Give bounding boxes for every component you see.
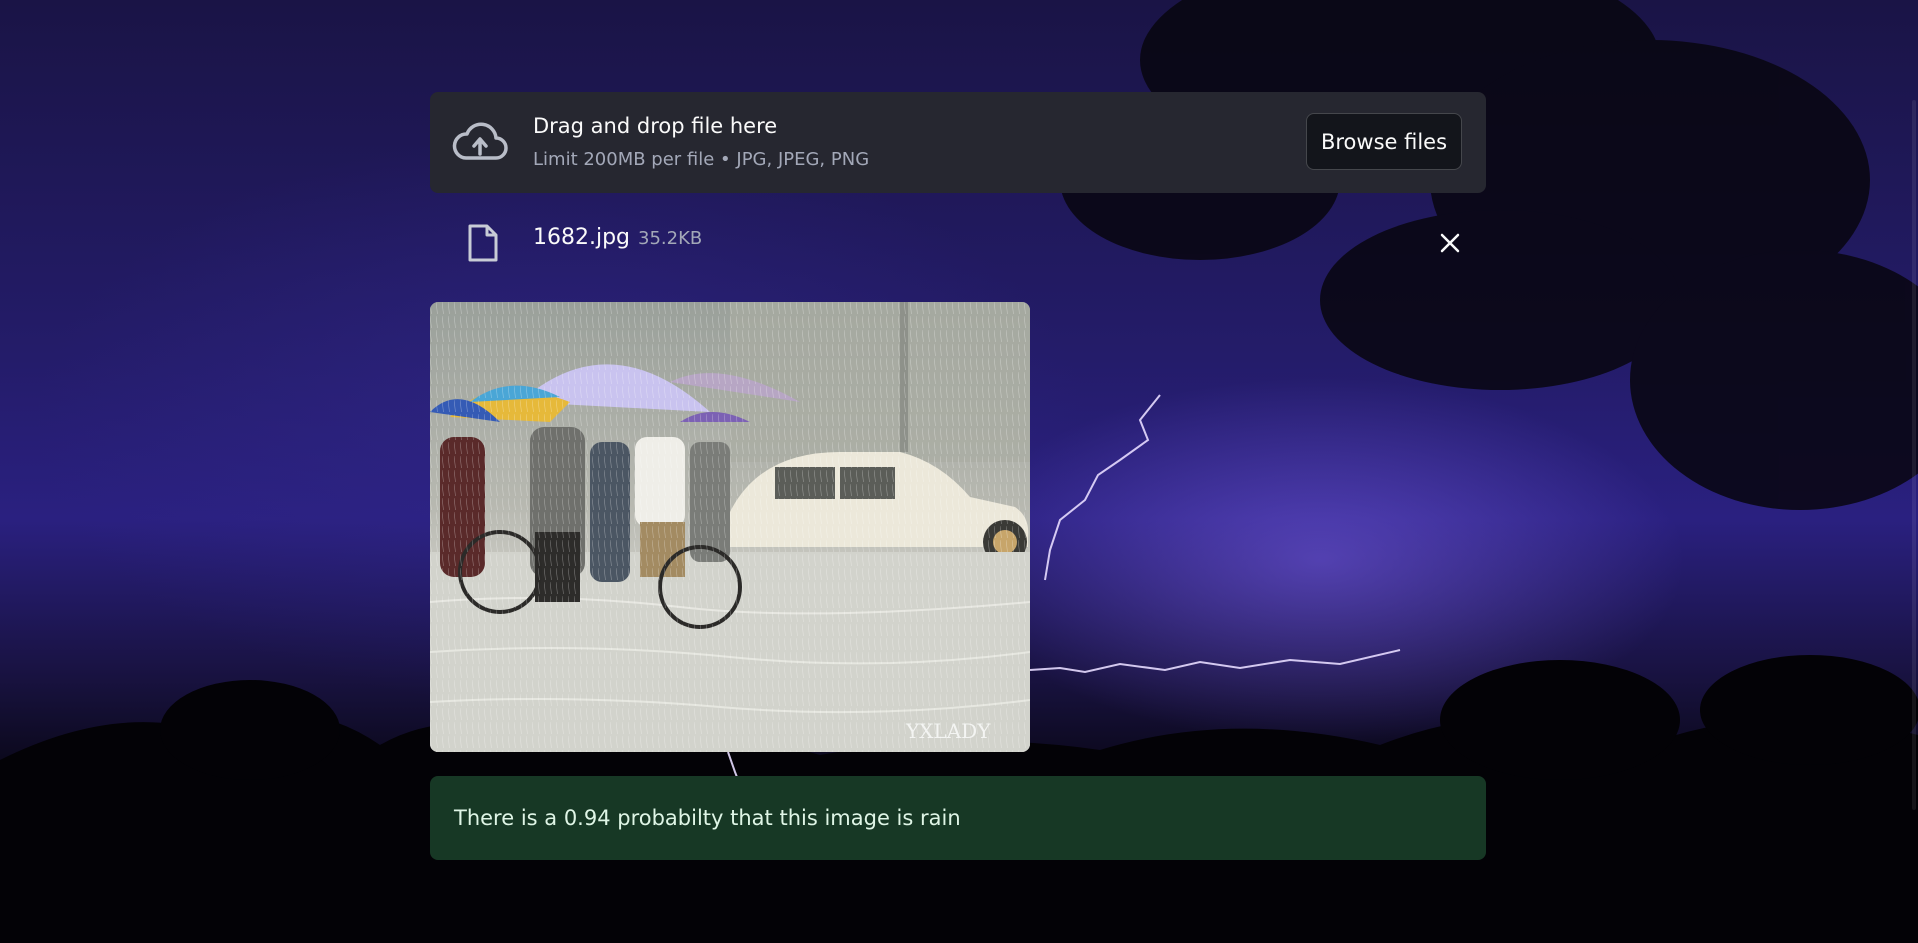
uploader-limit: Limit 200MB per file • JPG, JPEG, PNG <box>533 149 870 170</box>
cloud-upload-icon <box>452 122 508 160</box>
uploader-title: Drag and drop file here <box>533 114 778 138</box>
watermark: YXLADY <box>905 719 991 743</box>
uploader-instructions: Drag and drop file here Limit 200MB per … <box>533 112 869 172</box>
file-name: 1682.jpg <box>533 225 631 250</box>
scrollbar[interactable] <box>1912 100 1916 810</box>
main-content: Drag and drop file here Limit 200MB per … <box>430 92 1486 860</box>
file-info: 1682.jpg 35.2KB <box>533 225 702 250</box>
file-icon <box>468 224 498 262</box>
browse-files-button[interactable]: Browse files <box>1306 113 1462 170</box>
file-size: 35.2KB <box>638 228 703 249</box>
file-uploader-dropzone[interactable]: Drag and drop file here Limit 200MB per … <box>430 92 1486 193</box>
rain-photo: YXLADY <box>430 302 1030 752</box>
uploaded-image: YXLADY <box>430 302 1030 752</box>
close-icon[interactable] <box>1436 229 1464 257</box>
uploaded-file-item: 1682.jpg 35.2KB <box>430 193 1486 289</box>
prediction-result-alert: There is a 0.94 probabilty that this ima… <box>430 776 1486 860</box>
